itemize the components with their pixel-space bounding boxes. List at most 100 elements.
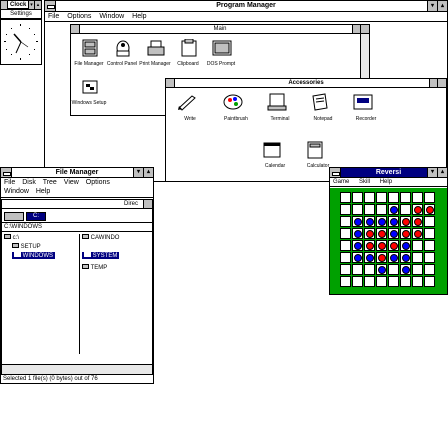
reversi-square[interactable]	[352, 228, 363, 239]
fm-menu-options[interactable]: Options	[86, 179, 110, 186]
accessories-maximize-button[interactable]	[437, 79, 446, 87]
reversi-square[interactable]	[400, 216, 411, 227]
reversi-square[interactable]	[388, 192, 399, 203]
reversi-maximize-button[interactable]: ▴	[437, 168, 447, 177]
reversi-square[interactable]	[412, 192, 423, 203]
reversi-square[interactable]	[340, 264, 351, 275]
reversi-square[interactable]	[364, 228, 375, 239]
reversi-square[interactable]	[364, 204, 375, 215]
main-group-minimize-button[interactable]	[352, 25, 360, 33]
reversi-square[interactable]	[424, 264, 435, 275]
print-manager-icon[interactable]	[141, 39, 171, 59]
file-manager-maximize-button[interactable]: ▴	[143, 168, 153, 177]
reversi-square[interactable]	[400, 264, 411, 275]
tree-item-setup[interactable]: SETUP	[12, 243, 41, 250]
reversi-menu-help[interactable]: Help	[380, 179, 392, 185]
paintbrush-icon[interactable]	[222, 92, 250, 114]
clock-window[interactable]: Clock ▾ ▴	[0, 0, 42, 9]
reversi-square[interactable]	[376, 228, 387, 239]
drive-a-icon[interactable]	[4, 212, 24, 221]
reversi-square[interactable]	[412, 216, 423, 227]
reversi-square[interactable]	[352, 192, 363, 203]
main-group-titlebar[interactable]: Main	[71, 25, 369, 34]
reversi-square[interactable]	[412, 252, 423, 263]
accessories-sys-menu[interactable]	[166, 79, 175, 87]
reversi-square[interactable]	[388, 228, 399, 239]
reversi-square[interactable]	[340, 192, 351, 203]
fm-menu-window[interactable]: Window	[4, 188, 29, 195]
reversi-square[interactable]	[364, 240, 375, 251]
reversi-square[interactable]	[412, 204, 423, 215]
reversi-square[interactable]	[388, 252, 399, 263]
reversi-titlebar[interactable]: Reversi ▾ ▴	[330, 168, 447, 178]
program-manager-maximize-button[interactable]: ▴	[437, 1, 447, 11]
windows-setup-icon[interactable]	[75, 78, 105, 100]
reversi-square[interactable]	[364, 216, 375, 227]
program-manager-titlebar[interactable]: Program Manager ▾ ▴	[45, 1, 447, 12]
menu-file[interactable]: File	[48, 13, 59, 20]
reversi-square[interactable]	[412, 264, 423, 275]
file-manager-window[interactable]: File Manager ▾ ▴ File Disk Tree View Opt…	[0, 167, 154, 384]
notepad-icon[interactable]	[309, 92, 337, 114]
reversi-square[interactable]	[364, 192, 375, 203]
reversi-minimize-button[interactable]: ▾	[427, 168, 437, 177]
reversi-square[interactable]	[376, 264, 387, 275]
reversi-square[interactable]	[352, 276, 363, 287]
reversi-square[interactable]	[340, 216, 351, 227]
drive-c-icon[interactable]: C:	[26, 212, 46, 221]
reversi-menu-game[interactable]: Game	[333, 179, 349, 185]
main-group-sys-menu[interactable]	[71, 25, 80, 33]
menu-help[interactable]: Help	[132, 13, 146, 20]
main-group-maximize-button[interactable]	[360, 25, 369, 33]
reversi-square[interactable]	[388, 264, 399, 275]
reversi-square[interactable]	[400, 228, 411, 239]
fm-menu-disk[interactable]: Disk	[22, 179, 36, 186]
write-icon[interactable]	[176, 92, 204, 114]
reversi-square[interactable]	[388, 216, 399, 227]
fm-menu-view[interactable]: View	[64, 179, 79, 186]
fm-menu-file[interactable]: File	[4, 179, 15, 186]
reversi-square[interactable]	[424, 204, 435, 215]
tree-item-root[interactable]: c:\	[4, 234, 19, 241]
reversi-square[interactable]	[400, 204, 411, 215]
file-item-temp[interactable]: TEMP	[82, 264, 107, 271]
reversi-square[interactable]	[376, 216, 387, 227]
reversi-window[interactable]: Reversi ▾ ▴ Game Skill Help	[329, 167, 448, 295]
tree-item-windows[interactable]: WINDOWS	[12, 252, 55, 259]
file-manager-icon[interactable]	[75, 39, 105, 59]
program-manager-minimize-button[interactable]: ▾	[427, 1, 437, 11]
reversi-square[interactable]	[340, 204, 351, 215]
reversi-square[interactable]	[352, 264, 363, 275]
reversi-square[interactable]	[364, 264, 375, 275]
reversi-square[interactable]	[376, 240, 387, 251]
reversi-square[interactable]	[376, 276, 387, 287]
horizontal-scrollbar[interactable]	[2, 364, 152, 374]
reversi-square[interactable]	[376, 192, 387, 203]
fm-menu-help[interactable]: Help	[36, 188, 50, 195]
reversi-square[interactable]	[340, 240, 351, 251]
directory-window[interactable]: Direc C: C:\WINDOWS c:\ SETUP WINDOWS CA…	[1, 199, 153, 375]
reversi-square[interactable]	[352, 240, 363, 251]
reversi-square[interactable]	[376, 252, 387, 263]
file-manager-minimize-button[interactable]: ▾	[133, 168, 143, 177]
accessories-minimize-button[interactable]	[429, 79, 437, 87]
reversi-square[interactable]	[340, 228, 351, 239]
control-panel-icon[interactable]	[108, 39, 138, 59]
program-manager-sys-menu[interactable]	[45, 1, 56, 11]
accessories-titlebar[interactable]: Accessories	[166, 79, 446, 88]
file-manager-titlebar[interactable]: File Manager ▾ ▴	[1, 168, 153, 178]
reversi-square[interactable]	[340, 276, 351, 287]
reversi-sys-menu[interactable]	[330, 168, 341, 177]
reversi-menu-skill[interactable]: Skill	[359, 179, 370, 185]
settings-icon-label[interactable]: Settings	[0, 9, 42, 19]
reversi-square[interactable]	[424, 276, 435, 287]
reversi-square[interactable]	[412, 240, 423, 251]
reversi-square[interactable]	[400, 192, 411, 203]
split-bar[interactable]	[79, 234, 80, 354]
reversi-square[interactable]	[340, 252, 351, 263]
reversi-square[interactable]	[424, 228, 435, 239]
clipboard-icon[interactable]	[174, 39, 204, 59]
reversi-square[interactable]	[352, 204, 363, 215]
reversi-square[interactable]	[364, 276, 375, 287]
file-manager-sys-menu[interactable]	[1, 168, 12, 177]
